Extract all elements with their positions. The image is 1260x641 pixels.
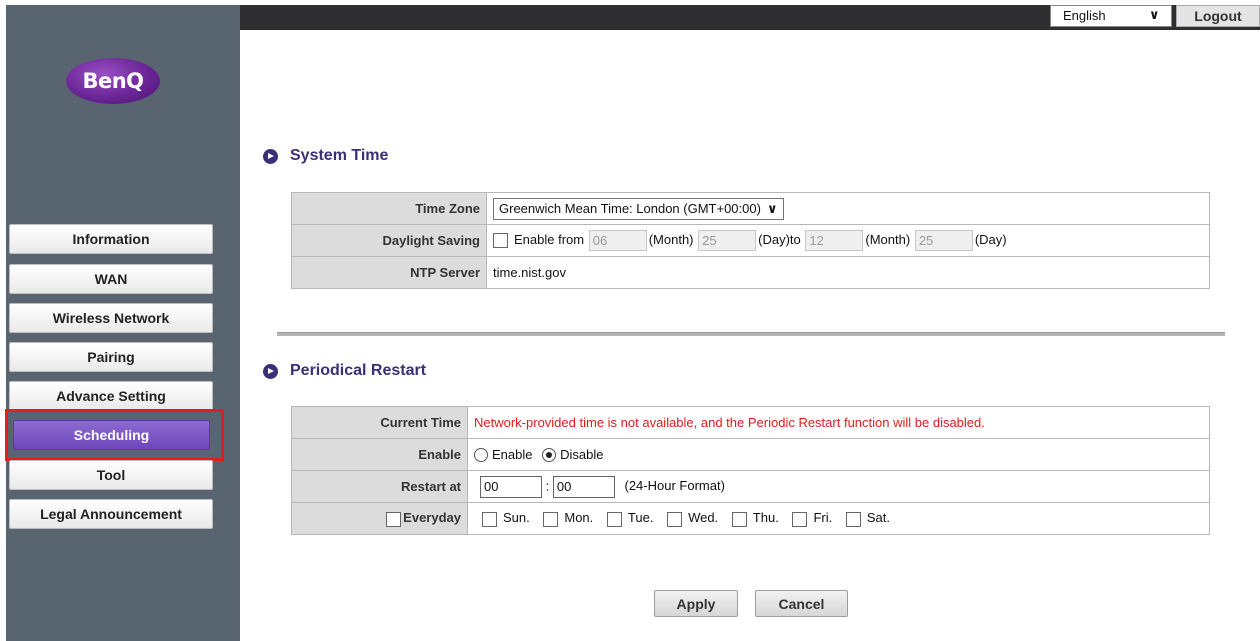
sidebar-item-scheduling[interactable]: Scheduling — [13, 420, 210, 450]
cancel-button[interactable]: Cancel — [755, 590, 848, 617]
sidebar-item-information[interactable]: Information — [9, 224, 213, 254]
bullet-icon — [263, 363, 278, 379]
ntp-server-value: time.nist.gov — [486, 256, 1210, 289]
current-time-label: Current Time — [291, 406, 468, 439]
restart-minute-input[interactable]: 00 — [552, 475, 615, 498]
to-month-input[interactable]: 12 — [805, 230, 864, 251]
disable-radio-label: Disable — [560, 446, 604, 462]
periodical-restart-table: Current Time Network-provided time is no… — [291, 406, 1210, 535]
sidebar-item-pairing[interactable]: Pairing — [9, 342, 213, 372]
thu-checkbox[interactable] — [731, 511, 747, 527]
thu-label: Thu. — [752, 510, 779, 526]
table-row: Everyday Sun. Mon. Tue. Wed. Thu. Fri. S… — [291, 502, 1210, 535]
tue-checkbox[interactable] — [606, 511, 622, 527]
sidebar-item-advance-setting[interactable]: Advance Setting — [9, 381, 213, 411]
sidebar-item-wan[interactable]: WAN — [9, 264, 213, 294]
sidebar-item-tool[interactable]: Tool — [9, 460, 213, 490]
section-divider — [277, 332, 1225, 336]
current-time-warning: Network-provided time is not available, … — [467, 406, 1210, 439]
chevron-down-icon: ∨ — [1149, 7, 1160, 22]
table-row: NTP Server time.nist.gov — [291, 256, 1210, 289]
sat-checkbox[interactable] — [845, 511, 861, 527]
day-label: (Day) — [974, 231, 1007, 247]
daylight-saving-label: Daylight Saving — [291, 224, 487, 257]
table-row: Enable Enable Disable — [291, 438, 1210, 471]
wed-label: Wed. — [688, 510, 719, 526]
time-format-label: (24-Hour Format) — [624, 477, 725, 493]
time-zone-value: Greenwich Mean Time: London (GMT+00:00) — [499, 201, 761, 216]
table-row: Restart at 00 : 00 (24-Hour Format) — [291, 470, 1210, 503]
month-label: (Month) — [648, 231, 694, 247]
apply-button[interactable]: Apply — [654, 590, 738, 617]
section-system-time: System Time — [263, 147, 388, 165]
tue-label: Tue. — [627, 510, 654, 526]
mon-label: Mon. — [564, 510, 594, 526]
table-row: Daylight Saving Enable from 06 (Month) 25… — [291, 224, 1210, 257]
everyday-label: Everyday — [403, 510, 461, 526]
wed-checkbox[interactable] — [667, 511, 683, 527]
month-label-2: (Month) — [865, 231, 911, 247]
chevron-down-icon: ∨ — [766, 200, 778, 216]
system-time-table: Time Zone Greenwich Mean Time: London (G… — [291, 192, 1210, 289]
enable-from-label: Enable from — [514, 231, 585, 247]
benq-logo: BenQ — [66, 58, 160, 104]
enable-radio[interactable] — [474, 448, 488, 463]
sat-label: Sat. — [866, 510, 890, 526]
section-title-periodical-restart: Periodical Restart — [290, 362, 427, 379]
table-row: Current Time Network-provided time is no… — [291, 406, 1210, 439]
mon-checkbox[interactable] — [543, 511, 559, 527]
from-month-input[interactable]: 06 — [588, 230, 647, 251]
sidebar-item-legal-announcement[interactable]: Legal Announcement — [9, 499, 213, 529]
enable-radio-label: Enable — [492, 446, 533, 462]
from-day-input[interactable]: 25 — [698, 230, 757, 251]
table-row: Time Zone Greenwich Mean Time: London (G… — [291, 192, 1210, 225]
time-zone-select[interactable]: Greenwich Mean Time: London (GMT+00:00) … — [493, 197, 784, 220]
daylight-saving-checkbox[interactable] — [493, 233, 508, 248]
fri-label: Fri. — [813, 510, 833, 526]
ntp-server-label: NTP Server — [291, 256, 487, 289]
section-periodical-restart: Periodical Restart — [263, 362, 426, 380]
fri-checkbox[interactable] — [792, 511, 808, 527]
disable-radio[interactable] — [542, 448, 557, 463]
section-title-system-time: System Time — [290, 147, 389, 164]
everyday-checkbox[interactable] — [386, 511, 402, 527]
day-to-label: (Day)to — [758, 231, 801, 247]
logout-button[interactable]: Logout — [1176, 5, 1260, 27]
sidebar-item-wireless-network[interactable]: Wireless Network — [9, 303, 213, 333]
sun-checkbox[interactable] — [482, 511, 497, 527]
bullet-icon — [263, 148, 278, 164]
enable-label: Enable — [291, 438, 468, 471]
time-zone-label: Time Zone — [291, 192, 487, 225]
restart-hour-input[interactable]: 00 — [480, 475, 542, 498]
sun-label: Sun. — [503, 510, 530, 526]
to-day-input[interactable]: 25 — [914, 230, 973, 251]
restart-at-label: Restart at — [291, 470, 468, 503]
time-separator: : — [545, 477, 550, 493]
